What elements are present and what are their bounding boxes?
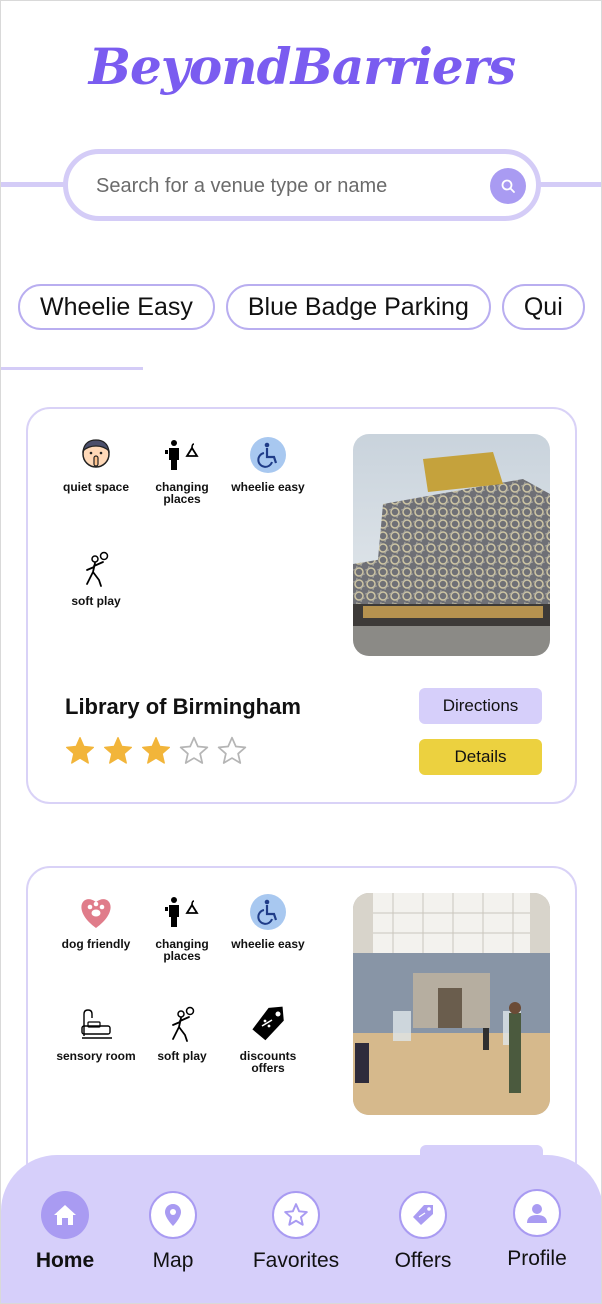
divider bbox=[1, 367, 143, 370]
nav-favorites[interactable]: Favorites bbox=[246, 1191, 346, 1273]
changing-places-icon bbox=[162, 892, 202, 932]
feature-label: discounts offers bbox=[239, 1049, 297, 1075]
feature-discounts-offers: discounts offers bbox=[228, 1004, 308, 1074]
feature-wheelie-easy: wheelie easy bbox=[228, 892, 308, 950]
venue-card[interactable]: quiet space changing places wheelie easy… bbox=[26, 407, 577, 804]
paw-icon bbox=[76, 892, 116, 932]
search-button[interactable] bbox=[490, 168, 526, 204]
feature-label: soft play bbox=[157, 1049, 207, 1063]
feature-quiet-space: quiet space bbox=[56, 435, 136, 493]
star-filled-icon bbox=[66, 737, 94, 764]
sensory-room-icon bbox=[76, 1004, 116, 1044]
home-icon bbox=[41, 1191, 89, 1239]
changing-places-icon bbox=[162, 435, 202, 475]
feature-sensory-room: sensory room bbox=[56, 1004, 136, 1062]
nav-label: Favorites bbox=[252, 1249, 340, 1272]
search-bar bbox=[63, 149, 541, 221]
search-decor-line-left bbox=[1, 182, 67, 187]
feature-changing-places: changing places bbox=[142, 892, 222, 962]
star-filled-icon bbox=[104, 737, 132, 764]
filter-chip-quiet[interactable]: Qui bbox=[501, 284, 585, 330]
soft-play-icon bbox=[162, 1004, 202, 1044]
details-button[interactable]: Details bbox=[419, 739, 542, 775]
venue-card[interactable]: dog friendly changing places wheelie eas… bbox=[26, 866, 577, 1186]
feature-label: soft play bbox=[71, 594, 121, 608]
star-empty-icon bbox=[217, 736, 247, 764]
nav-profile[interactable]: Profile bbox=[487, 1189, 587, 1271]
search-decor-line-right bbox=[535, 182, 601, 187]
nav-home[interactable]: Home bbox=[15, 1191, 115, 1273]
map-pin-icon bbox=[149, 1191, 197, 1239]
nav-label: Offers bbox=[394, 1249, 452, 1272]
wheelchair-icon bbox=[248, 435, 288, 475]
star-empty-icon bbox=[179, 736, 209, 764]
feature-changing-places: changing places bbox=[142, 435, 222, 505]
feature-soft-play: soft play bbox=[56, 549, 136, 607]
nav-label: Profile bbox=[507, 1247, 567, 1270]
venue-photo[interactable] bbox=[353, 434, 550, 656]
venue-name[interactable]: Library of Birmingham bbox=[65, 694, 301, 720]
app-logo: BeyondBarriers bbox=[88, 37, 516, 96]
star-icon bbox=[272, 1191, 320, 1239]
feature-label: sensory room bbox=[56, 1049, 136, 1063]
discount-tag-icon bbox=[248, 1004, 288, 1044]
venue-photo[interactable] bbox=[353, 893, 550, 1115]
feature-label: dog friendly bbox=[61, 937, 131, 951]
user-icon bbox=[513, 1189, 561, 1237]
nav-label: Map bbox=[152, 1249, 194, 1272]
quiet-space-icon bbox=[76, 435, 116, 475]
filter-chips: Wheelie Easy Blue Badge Parking Qui bbox=[18, 284, 585, 330]
nav-label: Home bbox=[35, 1249, 95, 1272]
nav-offers[interactable]: Offers bbox=[373, 1191, 473, 1273]
app-screen: BeyondBarriers Wheelie Easy Blue Badge P… bbox=[0, 0, 602, 1304]
search-input[interactable] bbox=[96, 172, 466, 200]
filter-chip-blue-badge-parking[interactable]: Blue Badge Parking bbox=[225, 284, 491, 330]
nav-map[interactable]: Map bbox=[123, 1191, 223, 1273]
feature-label: quiet space bbox=[62, 480, 130, 494]
bottom-nav: Home Map Favorites Offers Profile bbox=[1, 1155, 601, 1303]
feature-soft-play: soft play bbox=[142, 1004, 222, 1062]
feature-label: wheelie easy bbox=[231, 937, 305, 951]
feature-label: wheelie easy bbox=[231, 480, 305, 494]
feature-dog-friendly: dog friendly bbox=[56, 892, 136, 950]
soft-play-icon bbox=[76, 549, 116, 589]
wheelchair-icon bbox=[248, 892, 288, 932]
tag-icon bbox=[399, 1191, 447, 1239]
feature-wheelie-easy: wheelie easy bbox=[228, 435, 308, 493]
star-filled-icon bbox=[142, 737, 170, 764]
directions-button[interactable]: Directions bbox=[419, 688, 542, 724]
filter-chip-wheelie-easy[interactable]: Wheelie Easy bbox=[18, 284, 215, 330]
feature-label: changing places bbox=[155, 937, 209, 963]
feature-label: changing places bbox=[155, 480, 209, 506]
search-icon bbox=[501, 179, 515, 193]
rating-stars bbox=[64, 735, 248, 767]
